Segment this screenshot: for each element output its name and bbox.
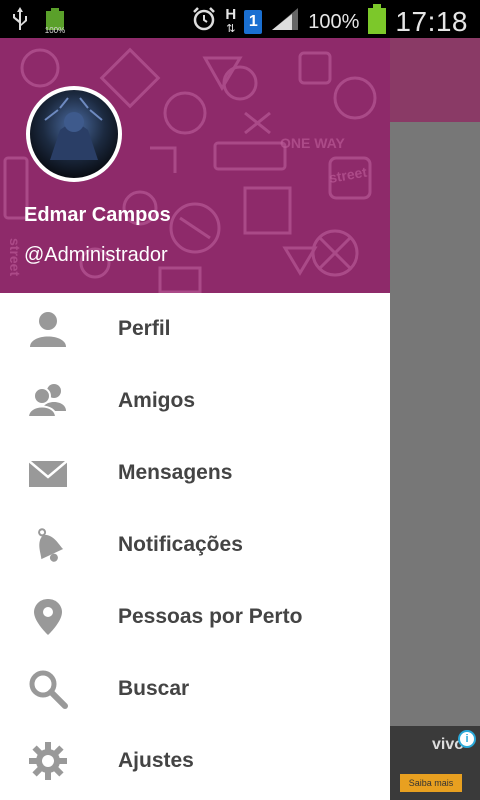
svg-text:street: street <box>328 164 369 186</box>
menu-item-mensagens[interactable]: Mensagens <box>0 437 390 509</box>
navigation-drawer: street street ONE WAY Edmar Campos @Admi… <box>0 38 390 800</box>
envelope-icon <box>24 449 72 497</box>
menu-label: Pessoas por Perto <box>118 605 303 628</box>
usb-icon <box>10 6 30 37</box>
battery-percent: 100% <box>308 10 360 33</box>
menu-item-perfil[interactable]: Perfil <box>0 293 390 365</box>
location-pin-icon <box>24 593 72 641</box>
network-type: H ⇅ <box>225 6 237 35</box>
menu-label: Buscar <box>118 677 190 700</box>
user-handle: @Administrador <box>24 244 168 266</box>
menu-label: Notificações <box>118 533 243 556</box>
friends-icon <box>24 377 72 425</box>
menu-item-ajustes[interactable]: Ajustes <box>0 725 390 797</box>
status-bar: 100% H ⇅ 1 100% 17:18 <box>0 0 480 38</box>
menu-label: Amigos <box>118 389 196 412</box>
person-icon <box>24 305 72 353</box>
menu-item-amigos[interactable]: Amigos <box>0 365 390 437</box>
app-toolbar-behind <box>390 38 480 122</box>
battery-small-icon: 100% <box>44 8 66 35</box>
menu-label: Ajustes <box>118 749 194 772</box>
app-content-behind[interactable] <box>390 122 480 726</box>
battery-icon <box>367 4 387 40</box>
drawer-menu: Perfil Amigos Mensagens Notificações Pes… <box>0 293 390 797</box>
alarm-icon <box>191 6 217 38</box>
svg-text:street: street <box>7 238 23 276</box>
drawer-header: street street ONE WAY Edmar Campos @Admi… <box>0 38 390 293</box>
ad-banner[interactable]: vivo i Saiba mais <box>390 726 480 800</box>
menu-label: Mensagens <box>118 461 233 484</box>
search-icon <box>24 665 72 713</box>
menu-label: Perfil <box>118 317 171 340</box>
signal-icon <box>270 6 300 38</box>
gear-icon <box>24 737 72 785</box>
menu-item-buscar[interactable]: Buscar <box>0 653 390 725</box>
clock: 17:18 <box>395 6 468 37</box>
sim-indicator: 1 <box>244 10 263 34</box>
avatar[interactable] <box>26 86 122 182</box>
bell-icon <box>24 521 72 569</box>
svg-text:ONE WAY: ONE WAY <box>280 135 345 151</box>
menu-item-notificacoes[interactable]: Notificações <box>0 509 390 581</box>
ad-info-icon[interactable]: i <box>458 730 476 748</box>
user-name: Edmar Campos <box>24 204 171 226</box>
menu-item-pessoas-por-perto[interactable]: Pessoas por Perto <box>0 581 390 653</box>
ad-cta-button[interactable]: Saiba mais <box>400 774 462 792</box>
